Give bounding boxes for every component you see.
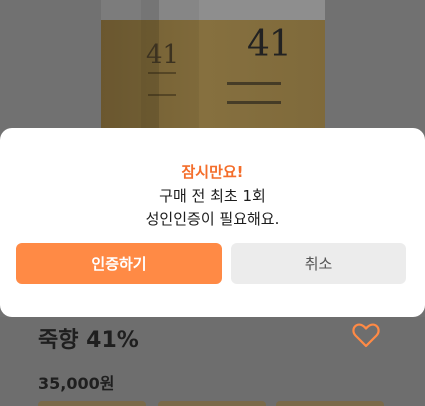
dialog-message-line2: 성인인증이 필요해요. bbox=[145, 210, 280, 228]
option-chip[interactable] bbox=[158, 401, 266, 406]
product-name: 죽향 41% bbox=[38, 328, 139, 353]
dialog-message-line1: 구매 전 최초 1회 bbox=[159, 187, 266, 205]
option-chip[interactable] bbox=[276, 401, 384, 406]
bottle-label: 41 bbox=[247, 24, 292, 65]
product-bottle: 41 bbox=[101, 0, 325, 140]
verify-button[interactable]: 인증하기 bbox=[16, 243, 222, 284]
box-text-lines bbox=[148, 72, 176, 96]
dialog-title: 잠시만요! bbox=[181, 163, 244, 181]
cancel-button[interactable]: 취소 bbox=[231, 243, 406, 284]
heart-icon[interactable] bbox=[352, 322, 380, 348]
bottle-text-lines bbox=[227, 82, 281, 104]
box-label: 41 bbox=[146, 40, 180, 70]
product-price: 35,000원 bbox=[38, 374, 115, 393]
option-chip[interactable] bbox=[38, 401, 146, 406]
age-verification-dialog: 잠시만요! 구매 전 최초 1회 성인인증이 필요해요. 인증하기 취소 bbox=[0, 128, 425, 317]
product-box bbox=[141, 0, 199, 140]
